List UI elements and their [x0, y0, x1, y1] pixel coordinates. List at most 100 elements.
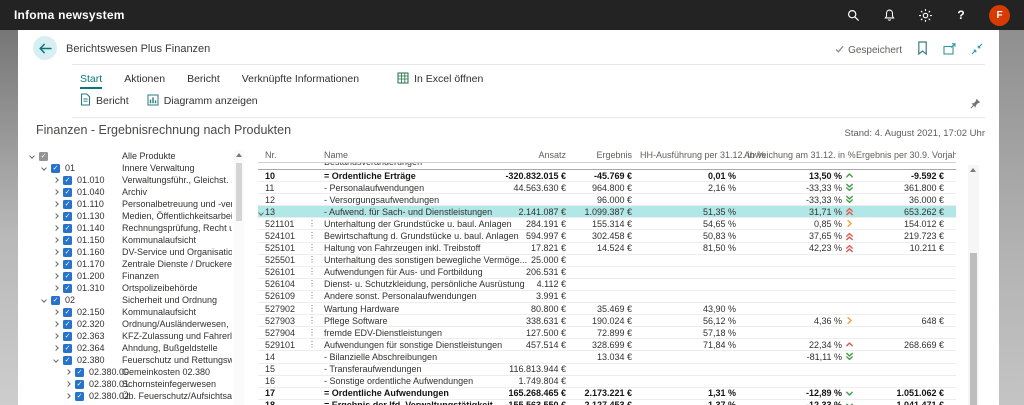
table-row[interactable]: 526101⋮Aufwendungen für Aus- und Fortbil… [258, 267, 956, 279]
column-header[interactable]: Ergebnis [578, 150, 640, 160]
chevron-right-icon[interactable] [53, 261, 59, 267]
table-scrollbar[interactable] [968, 165, 979, 405]
table-row[interactable]: 12- Versorgungsaufwendungen96.000 €-33,3… [258, 194, 956, 206]
table-row[interactable]: 15- Transferaufwendungen116.813.944 € [258, 364, 956, 376]
tree-item[interactable]: ✓02Sicherheit und Ordnung [28, 294, 232, 306]
column-header[interactable]: Ansatz [478, 150, 578, 160]
chevron-right-icon[interactable] [65, 369, 71, 375]
chevron-right-icon[interactable] [65, 393, 71, 399]
chevron-right-icon[interactable] [53, 345, 59, 351]
tree-checkbox[interactable]: ✓ [63, 260, 72, 269]
tree-checkbox[interactable]: ✓ [51, 164, 60, 173]
table-row[interactable]: 16- Sonstige ordentliche Aufwendungen1.7… [258, 376, 956, 388]
tree-item[interactable]: ✓01.130Medien, Öffentlichkeitsarbei... [28, 210, 232, 222]
tree-item[interactable]: ✓01.110Personalbetreuung und -ver... [28, 198, 232, 210]
tree-checkbox[interactable]: ✓ [63, 236, 72, 245]
table-row[interactable]: 527904⋮fremde EDV-Dienstleistungen127.50… [258, 327, 956, 339]
chevron-right-icon[interactable] [53, 177, 59, 183]
tree-item[interactable]: ✓01.150Kommunalaufsicht [28, 234, 232, 246]
row-options-icon[interactable]: ⋮ [306, 220, 318, 228]
table-row[interactable]: 10= Ordentliche Erträge-320.832.015 €-45… [258, 170, 956, 182]
tree-item[interactable]: ✓02.380.01Schornsteinfegerwesen [28, 378, 232, 390]
table-row[interactable]: 14- Bilanzielle Abschreibungen13.034 €-8… [258, 351, 956, 363]
open-in-window-icon[interactable] [943, 42, 956, 60]
tree-scrollbar-thumb[interactable] [236, 163, 242, 221]
tree-checkbox[interactable]: ✓ [63, 356, 72, 365]
tree-item[interactable]: ✓02.150Kommunalaufsicht [28, 306, 232, 318]
notifications-bell-icon[interactable] [881, 7, 897, 23]
chevron-down-icon[interactable] [258, 210, 264, 216]
row-options-icon[interactable]: ⋮ [306, 292, 318, 300]
open-in-excel-button[interactable]: In Excel öffnen [397, 72, 483, 87]
chevron-down-icon[interactable] [29, 153, 35, 159]
tree-item[interactable]: ✓02.380Feuerschutz und Rettungsw... [28, 354, 232, 366]
table-scrollbar-thumb[interactable] [970, 253, 977, 405]
row-options-icon[interactable]: ⋮ [306, 280, 318, 288]
chevron-right-icon[interactable] [53, 237, 59, 243]
table-row[interactable]: 526104⋮Dienst- u. Schutzkleidung, persön… [258, 279, 956, 291]
table-row[interactable]: 521101⋮Unterhaltung der Grundstücke u. b… [258, 218, 956, 230]
pin-ribbon-icon[interactable] [970, 96, 981, 114]
chevron-down-icon[interactable] [53, 357, 59, 363]
tree-item[interactable]: ✓01Innere Verwaltung [28, 162, 232, 174]
table-row[interactable]: 18= Ergebnis der lfd. Verwaltungstätigke… [258, 400, 956, 405]
tree-checkbox[interactable]: ✓ [39, 152, 48, 161]
help-icon[interactable]: ? [953, 7, 969, 23]
row-options-icon[interactable]: ⋮ [306, 341, 318, 349]
tree-checkbox[interactable]: ✓ [63, 176, 72, 185]
table-row[interactable]: 525501⋮Unterhaltung des sonstigen bewegl… [258, 255, 956, 267]
tree-item[interactable]: ✓01.170Zentrale Dienste / Druckerei [28, 258, 232, 270]
chevron-right-icon[interactable] [53, 285, 59, 291]
table-row[interactable]: 527903⋮Pflege Software338.631 €190.024 €… [258, 315, 956, 327]
column-header[interactable]: HH-Ausführung per 31.12. in % [640, 150, 744, 160]
table-row[interactable]: 527902⋮Wartung Hardware80.800 €35.469 €4… [258, 303, 956, 315]
tab-verkn-pfte-informationen[interactable]: Verknüpfte Informationen [242, 73, 359, 85]
table-row[interactable]: 524101⋮Bewirtschaftung d. Grundstücke u.… [258, 230, 956, 242]
tree-item[interactable]: ✓02.363KFZ-Zulassung und Fahrerla... [28, 330, 232, 342]
chevron-right-icon[interactable] [53, 309, 59, 315]
collapse-icon[interactable] [971, 42, 983, 60]
bookmark-icon[interactable] [917, 41, 928, 60]
row-options-icon[interactable]: ⋮ [306, 329, 318, 337]
action-bericht[interactable]: Bericht [80, 93, 129, 109]
tree-checkbox[interactable]: ✓ [63, 320, 72, 329]
tree-item[interactable]: ✓01.140Rechnungsprüfung, Recht u... [28, 222, 232, 234]
tree-checkbox[interactable]: ✓ [63, 344, 72, 353]
row-options-icon[interactable]: ⋮ [306, 305, 318, 313]
chevron-right-icon[interactable] [53, 249, 59, 255]
chevron-right-icon[interactable] [53, 333, 59, 339]
chevron-right-icon[interactable] [53, 225, 59, 231]
tree-item[interactable]: ✓01.160DV-Service und Organisatio... [28, 246, 232, 258]
tab-aktionen[interactable]: Aktionen [124, 73, 165, 85]
tree-checkbox[interactable]: ✓ [63, 284, 72, 293]
chevron-right-icon[interactable] [53, 321, 59, 327]
scroll-up-icon[interactable] [970, 168, 976, 172]
row-options-icon[interactable]: ⋮ [306, 268, 318, 276]
column-header[interactable]: Abweichung am 31.12. in % [744, 150, 856, 160]
chevron-right-icon[interactable] [53, 189, 59, 195]
tree-item[interactable]: ✓Alle Produkte [28, 150, 232, 162]
avatar[interactable]: F [989, 5, 1010, 26]
chevron-right-icon[interactable] [65, 381, 71, 387]
table-row[interactable]: 529101⋮Aufwendungen für sonstige Dienstl… [258, 339, 956, 351]
tree-item[interactable]: ✓01.310Ortspolizeibehörde [28, 282, 232, 294]
chevron-right-icon[interactable] [53, 213, 59, 219]
row-options-icon[interactable]: ⋮ [306, 244, 318, 252]
row-options-icon[interactable]: ⋮ [306, 232, 318, 240]
table-row[interactable]: 525101⋮Haltung von Fahrzeugen inkl. Trei… [258, 243, 956, 255]
table-row[interactable]: 11- Personalaufwendungen44.563.630 €964.… [258, 182, 956, 194]
tree-checkbox[interactable]: ✓ [63, 272, 72, 281]
settings-gear-icon[interactable] [917, 7, 933, 23]
tree-checkbox[interactable]: ✓ [63, 332, 72, 341]
tree-item[interactable]: ✓01.040Archiv [28, 186, 232, 198]
tree-item[interactable]: ✓01.010Verwaltungsführ., Gleichst. ... [28, 174, 232, 186]
back-button[interactable] [33, 36, 57, 60]
column-header[interactable]: Ergebnis per 30.9. Vorjahr [856, 150, 946, 160]
tree-checkbox[interactable]: ✓ [63, 308, 72, 317]
tab-bericht[interactable]: Bericht [187, 73, 220, 85]
tree-item[interactable]: ✓01.200Finanzen [28, 270, 232, 282]
tree-checkbox[interactable]: ✓ [75, 380, 84, 389]
column-header[interactable]: Nr. [258, 150, 306, 160]
row-options-icon[interactable]: ⋮ [306, 256, 318, 264]
tab-start[interactable]: Start [80, 73, 102, 85]
